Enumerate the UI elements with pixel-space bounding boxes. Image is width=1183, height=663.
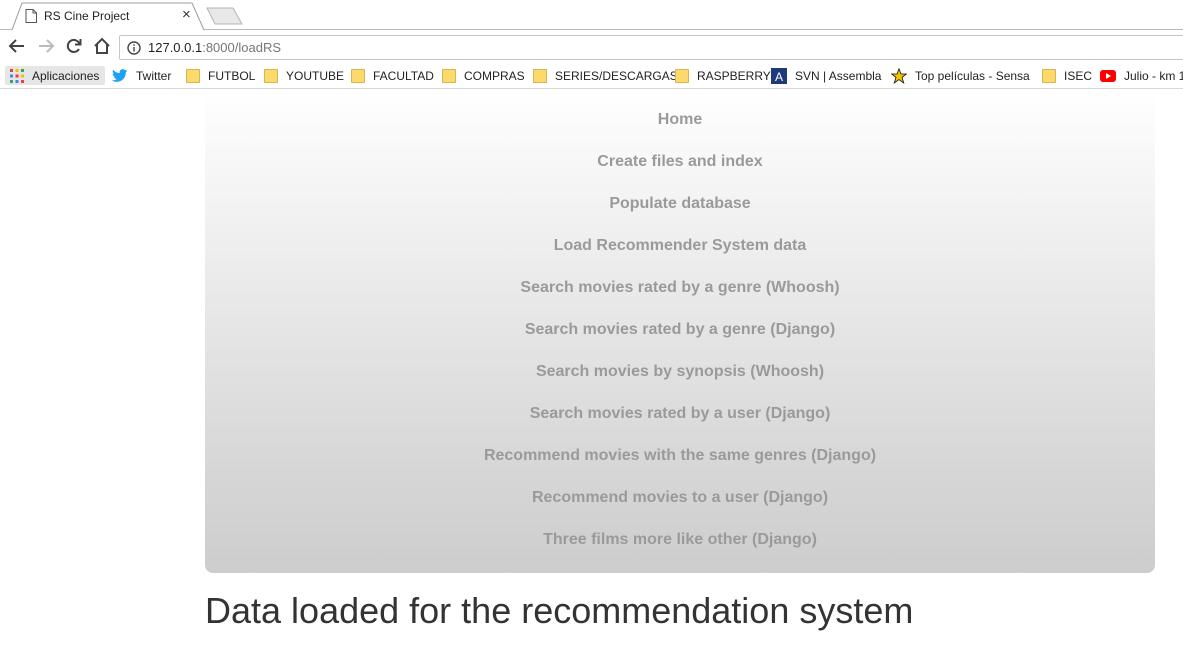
bookmark-label: COMPRAS [464,68,525,83]
bookmark-label: RASPBERRY [697,68,771,83]
bookmark-label: SVN | Assembla [795,68,882,83]
browser-tab-active[interactable]: RS Cine Project × [12,2,205,31]
tab-close-button[interactable]: × [182,7,191,23]
bookmark-folder-youtube[interactable]: YOUTUBE [264,66,344,85]
bookmark-folder-series[interactable]: SERIES/DESCARGAS [533,66,678,85]
bookmark-folder-raspberry[interactable]: RASPBERRY [675,66,771,85]
bookmark-folder-isec[interactable]: ISEC [1042,66,1092,85]
bookmark-label: Top películas - Sensa [915,68,1030,83]
bookmarks-bar: Aplicaciones Twitter FUTBOL YOUTUBE FACU… [0,62,1183,89]
bookmark-label: FACULTAD [373,68,434,83]
nav-link-search-genre-django[interactable]: Search movies rated by a genre (Django) [525,321,835,338]
page-heading: Data loaded for the recommendation syste… [205,590,914,631]
nav-item: Search movies by synopsis (Whoosh) [205,363,1155,381]
home-icon[interactable] [92,36,112,56]
browser-toolbar: 127.0.0.1:8000/loadRS [0,31,1183,62]
nav-item: Three films more like other (Django) [205,531,1155,549]
address-bar[interactable]: 127.0.0.1:8000/loadRS [119,35,1183,60]
nav-item: Search movies rated by a genre (Whoosh) [205,279,1155,297]
url-host: 127.0.0.1 [148,40,203,55]
folder-icon [351,68,365,83]
bookmark-folder-futbol[interactable]: FUTBOL [186,66,255,85]
nav-item: Recommend movies with the same genres (D… [205,447,1155,465]
nav-item: Search movies rated by a user (Django) [205,405,1155,423]
nav-link-recommend-same-genres[interactable]: Recommend movies with the same genres (D… [484,447,876,464]
folder-icon [533,68,547,83]
folder-icon [675,68,689,83]
main-nav-menu: Home Create files and index Populate dat… [205,89,1155,573]
bookmark-label: Aplicaciones [32,68,100,83]
bookmark-top-peliculas[interactable]: Top películas - Sensa [891,66,1030,85]
nav-item: Recommend movies to a user (Django) [205,489,1155,507]
youtube-icon [1100,69,1116,82]
new-tab-button[interactable] [206,7,246,25]
nav-link-populate-database[interactable]: Populate database [609,195,750,212]
twitter-bird-icon [112,68,128,82]
bookmark-folder-facultad[interactable]: FACULTAD [351,66,434,85]
bookmark-svn[interactable]: A SVN | Assembla [771,66,881,85]
bookmark-twitter[interactable]: Twitter [112,66,171,85]
nav-link-home[interactable]: Home [658,111,702,128]
svg-text:A: A [775,70,783,84]
nav-link-three-films[interactable]: Three films more like other (Django) [543,531,817,548]
url-text[interactable]: 127.0.0.1:8000/loadRS [148,40,281,55]
bookmark-apps[interactable]: Aplicaciones [5,66,106,85]
nav-link-create-files[interactable]: Create files and index [597,153,762,170]
assembla-logo-icon: A [771,67,787,84]
bookmark-folder-compras[interactable]: COMPRAS [442,66,525,85]
nav-link-load-rs-data[interactable]: Load Recommender System data [554,237,807,254]
bookmark-label: Julio - km 1 [1124,68,1183,83]
nav-link-recommend-user[interactable]: Recommend movies to a user (Django) [532,489,828,506]
nav-link-search-genre-whoosh[interactable]: Search movies rated by a genre (Whoosh) [520,279,839,296]
reload-icon[interactable] [64,36,84,56]
nav-item: Home [205,111,1155,129]
bookmark-label: FUTBOL [208,68,256,83]
bookmark-julio[interactable]: Julio - km 1 [1100,66,1183,85]
nav-item: Create files and index [205,153,1155,171]
url-path: :8000/loadRS [202,40,281,55]
star-icon [891,67,907,84]
bookmark-label: Twitter [136,68,172,83]
apps-grid-icon [10,68,24,83]
nav-item: Load Recommender System data [205,237,1155,255]
bookmark-label: YOUTUBE [286,68,345,83]
folder-icon [1042,68,1056,83]
bookmark-label: ISEC [1064,68,1093,83]
info-icon[interactable] [127,41,141,55]
forward-arrow-icon[interactable] [36,36,56,56]
tab-strip: RS Cine Project × [0,0,1183,31]
nav-item: Search movies rated by a genre (Django) [205,321,1155,339]
nav-link-search-user[interactable]: Search movies rated by a user (Django) [530,405,831,422]
page-icon [25,9,37,23]
folder-icon [442,68,456,83]
folder-icon [186,68,200,83]
folder-icon [264,68,278,83]
tab-title: RS Cine Project [44,9,130,23]
bookmark-label: SERIES/DESCARGAS [555,68,678,83]
nav-item: Populate database [205,195,1155,213]
back-arrow-icon[interactable] [7,36,27,56]
nav-link-search-synopsis[interactable]: Search movies by synopsis (Whoosh) [536,363,824,380]
